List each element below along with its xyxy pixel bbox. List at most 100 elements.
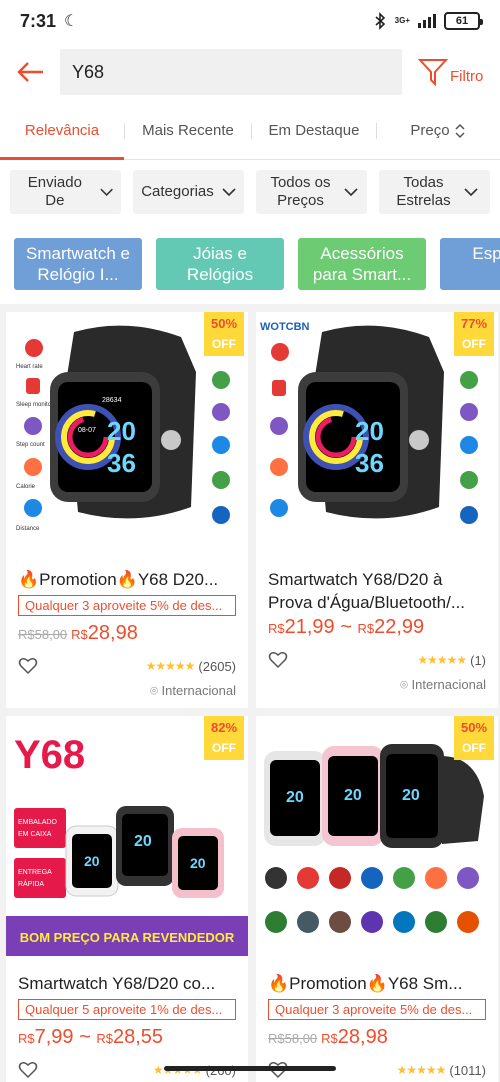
currency: R$ — [357, 621, 375, 636]
currency: R$ — [96, 1031, 113, 1046]
rating-stars: ★★★★★ — [417, 653, 467, 667]
filter-chips: Enviado De Categorias Todos os Preços To… — [0, 160, 500, 224]
tab-label: Relevância — [24, 122, 100, 139]
location-pin-icon: ⌾ — [400, 677, 412, 692]
category-acessorios[interactable]: Acessórios para Smart... — [298, 238, 426, 290]
price-max: 22,99 — [374, 616, 425, 638]
feature-icons-right — [460, 371, 478, 524]
filter-precos[interactable]: Todos os Preços — [256, 170, 367, 214]
product-card[interactable]: Heart rate Sleep monitor Step count Calo… — [6, 312, 248, 708]
moon-icon: ☾ — [64, 13, 79, 30]
price-max: 28,55 — [112, 1026, 164, 1048]
feature-icons — [265, 867, 479, 933]
tab-label: Mais Recente — [142, 122, 234, 139]
category-label: Smartwatch e Relógio I... — [26, 244, 130, 284]
rating-stars: ★★★★★ — [396, 1063, 447, 1077]
price-row: R$21,99 ~ R$22,99 — [256, 614, 498, 639]
currency: R$ — [268, 621, 285, 636]
product-card[interactable]: 20 20 20 50% OFF 🔥Promotion🔥Y68 Sm... Qua… — [256, 716, 498, 1082]
svg-text:20: 20 — [84, 853, 100, 869]
currency: R$ — [18, 1031, 35, 1046]
heart-icon[interactable] — [18, 657, 38, 675]
discount-badge: 77% OFF — [454, 312, 494, 356]
tab-relevancia[interactable]: Relevância — [0, 102, 124, 160]
status-bar: 7:31 ☾ 3G+ 61 — [0, 0, 500, 42]
home-indicator[interactable] — [164, 1066, 336, 1071]
battery-icon: 61 — [444, 12, 483, 30]
feature-label: Distance — [16, 526, 40, 532]
sort-updown-icon — [455, 123, 465, 138]
feature-label: Heart rate — [16, 364, 43, 370]
product-image: 20 20 20 50% OFF — [256, 716, 498, 966]
rating: ★★★★★ (1011) — [397, 1063, 486, 1078]
heart-icon[interactable] — [268, 651, 288, 669]
svg-text:20: 20 — [402, 787, 420, 804]
discount-off: OFF — [462, 337, 486, 351]
location-pin-icon: ⌾ — [150, 683, 162, 698]
brand-logo: WOTCBN — [260, 321, 310, 333]
rating: ★★★★★ (2605) — [146, 659, 236, 674]
price-row: R$58,00 R$28,98 — [256, 1020, 498, 1049]
rating-count: (2605) — [198, 658, 236, 674]
category-joias[interactable]: Jóias e Relógios — [156, 238, 284, 290]
promo-tag: Qualquer 5 aproveite 1% de des... — [18, 999, 236, 1020]
currency: R$ — [321, 1031, 338, 1046]
location: ⌾ Internacional — [6, 675, 248, 699]
watch-minute: 36 — [355, 448, 384, 478]
tab-mais-recente[interactable]: Mais Recente — [125, 102, 251, 160]
watch-date: 08-07 — [78, 427, 96, 434]
meta-row: ★★★★★ (1011) — [256, 1049, 498, 1079]
rating-count: (1011) — [449, 1062, 486, 1078]
category-esportes[interactable]: Esportes e Laz — [440, 238, 500, 290]
promo-tag: Qualquer 3 aproveite 5% de des... — [18, 595, 236, 616]
watch-hour: 20 — [107, 416, 136, 446]
bluetooth-icon — [375, 12, 385, 30]
discount-badge: 82% OFF — [204, 716, 244, 760]
filter-enviado-de[interactable]: Enviado De — [10, 170, 121, 214]
meta-row: ★★★★★(260) — [6, 1049, 248, 1079]
filter-button[interactable]: Filtro — [418, 58, 483, 86]
product-card[interactable]: Y68 EMBALADO EM CAIXA ENTREGA RÁPIDA 20 … — [6, 716, 248, 1082]
filter-categorias[interactable]: Categorias — [133, 170, 244, 214]
location-label: Internacional — [161, 683, 236, 698]
search-input[interactable]: Y68 — [60, 49, 402, 95]
product-grid: Heart rate Sleep monitor Step count Calo… — [0, 304, 500, 1082]
feature-label: Step count — [16, 442, 45, 448]
tab-label: Preço — [410, 122, 450, 139]
back-button[interactable] — [0, 42, 60, 102]
svg-text:ENTREGA: ENTREGA — [18, 869, 52, 876]
rating: ★★★★★ (1) — [417, 653, 486, 668]
search-query: Y68 — [72, 61, 105, 82]
heart-icon[interactable] — [18, 1061, 38, 1079]
chip-label: Enviado De — [27, 174, 82, 209]
category-smartwatch[interactable]: Smartwatch e Relógio I... — [14, 238, 142, 290]
discount-value: 82% — [210, 720, 238, 735]
discount-off: OFF — [212, 337, 236, 351]
discount-value: 50% — [210, 316, 238, 331]
search-header: Y68 Filtro — [0, 42, 500, 102]
discount-off: OFF — [212, 741, 236, 755]
product-image: WOTCBN 20 36 77% OFF — [256, 312, 498, 562]
product-title: Smartwatch Y68/D20 co... — [18, 974, 216, 993]
location-label: Internacional — [411, 677, 486, 692]
category-label: Jóias e Relógios — [186, 244, 254, 284]
meta-row: ★★★★★ (1) — [256, 639, 498, 669]
product-image: Y68 EMBALADO EM CAIXA ENTREGA RÁPIDA 20 … — [6, 716, 248, 966]
chevron-down-icon — [343, 187, 358, 196]
svg-text:20: 20 — [344, 787, 362, 804]
tab-preco[interactable]: Preço — [377, 102, 499, 160]
product-card[interactable]: WOTCBN 20 36 77% OFF Smartwatch Y68/D20 … — [256, 312, 498, 708]
price-row: R$58,00 R$28,98 — [6, 616, 248, 645]
filter-estrelas[interactable]: Todas Estrelas — [379, 170, 490, 214]
meta-row: ★★★★★ (2605) — [6, 645, 248, 675]
chip-label: Todos os Preços — [270, 174, 331, 209]
svg-text:20: 20 — [190, 855, 206, 871]
chevron-down-icon — [222, 187, 236, 196]
price: 7,99 ~ — [34, 1026, 97, 1048]
category-label: Esportes e Laz — [472, 244, 500, 284]
watch-steps: 28634 — [102, 397, 122, 404]
chevron-down-icon — [100, 188, 113, 196]
price: 28,98 — [337, 1026, 388, 1048]
image-brand: Y68 — [14, 733, 85, 777]
tab-em-destaque[interactable]: Em Destaque — [252, 102, 376, 160]
